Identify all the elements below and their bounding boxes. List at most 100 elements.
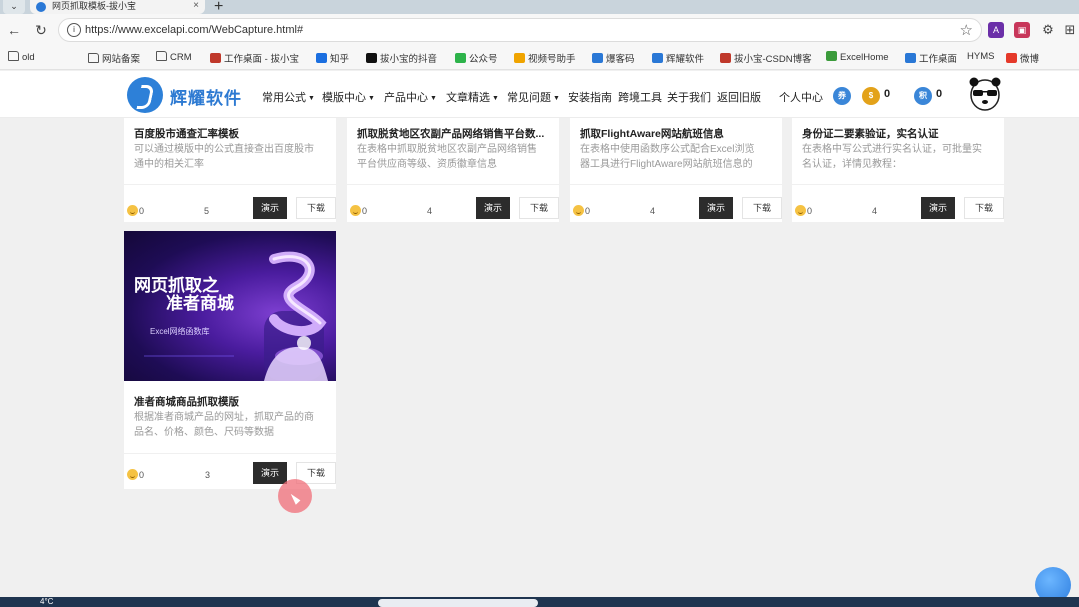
tab-actions-button[interactable]: ⌄ — [3, 0, 25, 14]
view-count: 4 — [872, 206, 878, 216]
card-title[interactable]: 抓取FlightAware网站航班信息 — [580, 126, 772, 141]
card-title[interactable]: 准者商城商品抓取模版 — [134, 394, 326, 409]
card-description: 在表格中写公式进行实名认证，可批量实名认证，详情见教程： — [802, 144, 982, 170]
site-header: 辉耀软件 常用公式 ▼ 模版中心 ▼ 产品中心 ▼ 文章精选 ▼ 常见问题 ▼ 安装指南 跨境工具 关于… — [0, 71, 1079, 118]
site-logo-icon[interactable] — [127, 77, 163, 113]
download-button[interactable]: 下载 — [964, 197, 1004, 219]
bookmark-item[interactable]: 工作桌面 — [905, 51, 957, 65]
favorite-star-icon[interactable]: ☆ — [960, 21, 973, 39]
os-taskbar: 4°C — [0, 597, 1079, 607]
bookmark-item[interactable]: 视频号助手 — [514, 51, 576, 65]
like-emoji-icon[interactable] — [127, 205, 138, 216]
card-title[interactable]: 百度股市通查汇率模板 — [134, 126, 326, 141]
header-badge-icon[interactable]: $ — [862, 87, 880, 105]
download-button[interactable]: 下载 — [742, 197, 782, 219]
extension-icon-1[interactable]: A — [988, 22, 1004, 38]
bookmark-item[interactable]: CRM — [156, 51, 192, 63]
site-logo-text[interactable]: 辉耀软件 — [170, 84, 242, 109]
bookmark-label: 工作桌面 — [919, 54, 958, 65]
card-divider — [792, 184, 1004, 185]
nav-menu-label: 安装指南 — [568, 92, 612, 104]
nav-menu-item[interactable]: 安装指南 — [568, 89, 612, 105]
card-divider — [124, 184, 336, 185]
bookmark-item[interactable]: 公众号 — [455, 51, 498, 65]
bookmark-item[interactable]: 爆客码 — [592, 51, 635, 65]
nav-menu-item[interactable]: 跨境工具 — [618, 89, 662, 105]
like-emoji-icon[interactable] — [795, 205, 806, 216]
bookmark-item[interactable]: 知乎 — [316, 51, 349, 65]
personal-center-link[interactable]: 个人中心 — [779, 89, 823, 105]
back-arrow-icon[interactable]: ← — [4, 20, 24, 40]
bookmark-label: HYMS — [967, 51, 995, 62]
view-count: 4 — [427, 206, 433, 216]
nav-menu-label: 常见问题 — [507, 92, 551, 104]
taskbar-search[interactable] — [378, 599, 538, 607]
bookmark-label: 拔小宝-CSDN博客 — [734, 54, 812, 65]
tab-close-icon[interactable]: × — [193, 0, 199, 12]
demo-button[interactable]: 演示 — [253, 197, 287, 219]
template-card-zhunzhe[interactable]: 网页抓取之 准者商城 Excel网络函数库 准者商城商品抓取模版 根据准者商城产… — [124, 231, 336, 489]
favorites-icon[interactable]: ⊞ — [1062, 22, 1078, 38]
bookmark-favicon-icon — [210, 53, 221, 63]
card-description: 在表格中抓取脱贫地区农副产品网络销售平台供应商等级、资质徽章信息 — [357, 144, 537, 170]
card-title[interactable]: 身份证二要素验证，实名认证 — [802, 126, 994, 141]
bookmark-favicon-icon — [826, 51, 837, 61]
refresh-icon[interactable]: ↻ — [31, 20, 51, 40]
bookmark-item[interactable]: 工作桌面 - 拔小宝 — [210, 51, 299, 65]
thumbnail-heading-line2: 准者商城 — [166, 294, 234, 313]
user-avatar[interactable] — [969, 76, 1001, 112]
template-card[interactable]: 抓取脱贫地区农副产品网络销售平台数... 在表格中抓取脱贫地区农副产品网络销售平台… — [347, 118, 559, 222]
nav-menu-item[interactable]: 文章精选 ▼ — [446, 89, 499, 105]
like-emoji-icon[interactable] — [127, 469, 138, 480]
nav-menu-label: 文章精选 — [446, 92, 490, 104]
like-emoji-icon[interactable] — [573, 205, 584, 216]
url-text: https://www.excelapi.com/WebCapture.html… — [85, 24, 304, 36]
nav-menu-item[interactable]: 关于我们 — [667, 89, 711, 105]
card-title[interactable]: 抓取脱贫地区农副产品网络销售平台数... — [357, 126, 549, 141]
card-divider — [124, 453, 336, 454]
bookmark-favicon-icon — [1006, 53, 1017, 63]
bookmark-item[interactable]: old — [8, 51, 35, 63]
bookmark-label: 拔小宝的抖音 — [380, 54, 438, 65]
nav-menu-item[interactable]: 模版中心 ▼ — [322, 89, 375, 105]
nav-menu-item[interactable]: 常用公式 ▼ — [262, 89, 315, 105]
nav-menu-item[interactable]: 返回旧版 — [717, 89, 761, 105]
site-info-icon[interactable]: i — [67, 23, 81, 37]
url-input[interactable]: i https://www.excelapi.com/WebCapture.ht… — [58, 18, 982, 42]
bookmark-item[interactable]: 辉耀软件 — [652, 51, 704, 65]
bookmark-favicon-icon — [316, 53, 327, 63]
template-list: 百度股市通查汇率模板 可以通过模版中的公式直接查出百度股市通中的相关汇率 0 5 演示下… — [0, 118, 1079, 593]
like-emoji-icon[interactable] — [350, 205, 361, 216]
bookmark-item[interactable]: 网站备案 — [88, 51, 140, 65]
demo-button[interactable]: 演示 — [476, 197, 510, 219]
caret-down-icon: ▼ — [553, 95, 560, 102]
extensions-puzzle-icon[interactable]: ⚙ — [1040, 22, 1056, 38]
bookmark-item[interactable]: 拔小宝的抖音 — [366, 51, 437, 65]
extension-icon-2[interactable]: ▣ — [1014, 22, 1030, 38]
template-thumbnail[interactable]: 网页抓取之 准者商城 Excel网络函数库 — [124, 231, 336, 381]
bookmark-label: 公众号 — [469, 54, 498, 65]
demo-button[interactable]: 演示 — [253, 462, 287, 484]
weather-temp: 4°C — [40, 597, 54, 606]
download-button[interactable]: 下载 — [519, 197, 559, 219]
bookmark-item[interactable]: 微博 — [1006, 51, 1039, 65]
bookmark-item[interactable]: ExcelHome — [826, 51, 889, 63]
download-button[interactable]: 下载 — [296, 197, 336, 219]
template-card[interactable]: 百度股市通查汇率模板 可以通过模版中的公式直接查出百度股市通中的相关汇率 0 5 演示下… — [124, 118, 336, 222]
browser-tab-active[interactable]: 网页抓取模板-拔小宝 × — [30, 0, 205, 14]
nav-menu-item[interactable]: 产品中心 ▼ — [384, 89, 437, 105]
demo-button[interactable]: 演示 — [699, 197, 733, 219]
demo-button[interactable]: 演示 — [921, 197, 955, 219]
nav-menu-item[interactable]: 常见问题 ▼ — [507, 89, 560, 105]
nav-menu-label: 跨境工具 — [618, 92, 662, 104]
header-badge-icon[interactable]: 积 — [914, 87, 932, 105]
bookmark-label: 爆客码 — [606, 54, 635, 65]
header-badge-icon[interactable]: 券 — [833, 87, 851, 105]
bookmark-label: 网站备案 — [102, 54, 141, 65]
bookmark-item[interactable]: HYMS — [967, 51, 994, 62]
template-card[interactable]: 身份证二要素验证，实名认证在表格中写公式进行实名认证，可批量实名认证，详情见教程… — [792, 118, 1004, 222]
like-count: 0 — [807, 206, 813, 216]
bookmark-item[interactable]: 拔小宝-CSDN博客 — [720, 51, 812, 65]
caret-down-icon: ▼ — [492, 95, 499, 102]
template-card[interactable]: 抓取FlightAware网站航班信息 在表格中使用函数序公式配合Excel浏览器… — [570, 118, 782, 222]
